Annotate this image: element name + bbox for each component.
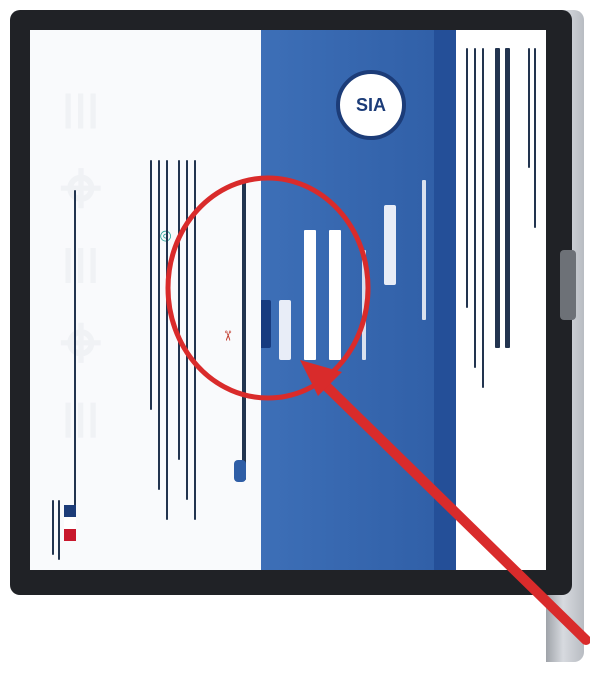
intro-text-line: [482, 48, 484, 388]
intro-text-line: [466, 48, 468, 308]
info-text-line: [194, 160, 196, 520]
login-link[interactable]: [279, 300, 291, 360]
tab-account-heading: [422, 180, 426, 320]
blue-band-strip: [434, 30, 456, 570]
laptop-screen: SIA ≡ ⌖ ≡ ⌖ ≡ ✂ ◎: [30, 30, 546, 570]
ministry-flag: [64, 505, 76, 541]
page-header: [456, 30, 546, 570]
username-field[interactable]: [329, 230, 341, 360]
password-field[interactable]: [304, 230, 316, 360]
sia-logo: SIA: [336, 70, 406, 140]
intro-text-line: [474, 48, 476, 368]
watermark-graphics: ≡ ⌖ ≡ ⌖ ≡: [46, 90, 116, 510]
page-title-line: [495, 48, 500, 348]
info-text-line: [186, 160, 188, 500]
info-text-line: [166, 160, 168, 520]
section-intro-line: [242, 180, 246, 480]
info-text-line: [158, 160, 160, 490]
rotated-webpage: SIA ≡ ⌖ ≡ ⌖ ≡ ✂ ◎: [30, 30, 546, 570]
ministry-name-line: [58, 500, 60, 560]
info-text-line: [150, 160, 152, 410]
header-text-line: [534, 48, 536, 228]
laptop-hinge: [560, 250, 576, 320]
create-account-button[interactable]: [384, 205, 396, 285]
photo-scene: SIA ≡ ⌖ ≡ ⌖ ≡ ✂ ◎: [0, 0, 590, 679]
ministry-name-line: [52, 500, 54, 555]
header-text-line: [528, 48, 530, 168]
info-text-line: [178, 160, 180, 460]
tab-login-heading: [362, 250, 366, 360]
page-title-line: [505, 48, 510, 348]
handgun-icon: ✂: [220, 330, 236, 342]
rifle-icon: [234, 460, 246, 482]
footer-links-line[interactable]: [74, 190, 76, 510]
sia-logo-text: SIA: [355, 94, 386, 115]
